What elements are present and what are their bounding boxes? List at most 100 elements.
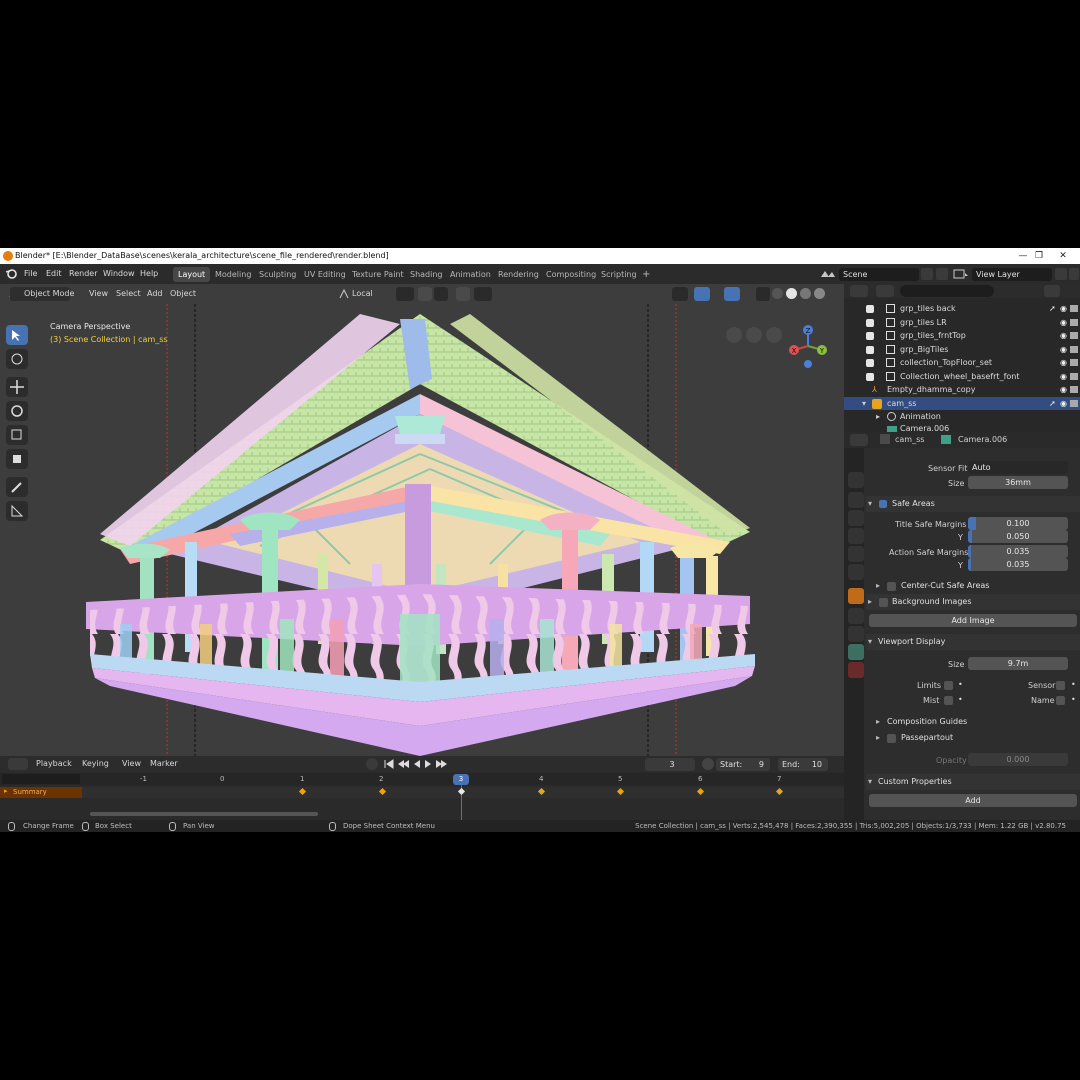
outliner-search-field[interactable] — [900, 285, 994, 297]
delete-view-layer-icon[interactable] — [1069, 268, 1079, 280]
collapse-arrow-icon[interactable]: ▾ — [868, 774, 872, 790]
texture-tab[interactable] — [848, 662, 864, 678]
timeline-scrollbar[interactable] — [90, 812, 318, 816]
render-icon[interactable] — [1070, 305, 1078, 312]
3d-viewport[interactable]: Object Mode View Select Add Object Local… — [0, 284, 844, 756]
zoom-icon[interactable] — [766, 327, 782, 343]
sensor-size-field[interactable]: 36mm — [968, 476, 1068, 489]
channel-search-field[interactable] — [2, 774, 80, 784]
object-tab[interactable] — [848, 588, 864, 604]
summary-channel[interactable]: ▸ Summary — [0, 787, 82, 798]
title-safe-x-field[interactable]: 0.100 — [968, 517, 1068, 530]
tool-settings-tab[interactable] — [848, 472, 864, 488]
new-scene-icon[interactable] — [921, 268, 933, 280]
delete-scene-icon[interactable] — [936, 268, 948, 280]
center-cut-checkbox[interactable] — [887, 582, 896, 591]
keyframe-dot-icon[interactable]: • — [958, 680, 963, 689]
render-icon[interactable] — [1070, 359, 1078, 366]
tab-layout[interactable]: Layout — [173, 267, 211, 282]
xray-icon[interactable] — [756, 287, 770, 301]
menu-render[interactable]: Render — [69, 264, 97, 284]
falloff-icon[interactable] — [474, 287, 492, 301]
blender-menu-icon[interactable] — [5, 268, 17, 280]
display-size-field[interactable]: 9.7m — [968, 657, 1068, 670]
view-layer-field[interactable]: View Layer — [972, 268, 1052, 281]
tab-texture-paint[interactable]: Texture Paint — [347, 267, 409, 282]
expand-arrow-icon[interactable]: ▸ — [876, 578, 880, 594]
render-icon[interactable] — [1070, 332, 1078, 339]
outliner-row[interactable]: Collection_wheel_basefrt_font ◉ — [844, 370, 1080, 384]
annotate-tool[interactable] — [6, 477, 28, 497]
tab-modeling[interactable]: Modeling — [210, 267, 256, 282]
timeline-menu-marker[interactable]: Marker — [150, 757, 178, 771]
passepartout-checkbox[interactable] — [887, 734, 896, 743]
safe-areas-panel-header[interactable]: ▾ Safe Areas — [866, 496, 1080, 512]
gizmo-toggle-icon[interactable] — [694, 287, 710, 301]
add-image-button[interactable]: Add Image — [869, 614, 1077, 627]
outliner-row-selected[interactable]: ▾ cam_ss ➚ ◉ — [844, 396, 1080, 411]
title-safe-y-field[interactable]: 0.050 — [968, 530, 1068, 543]
menu-window[interactable]: Window — [103, 264, 135, 284]
properties-editor-icon[interactable] — [850, 434, 868, 446]
record-icon[interactable] — [366, 758, 378, 770]
timeline-menu-keying[interactable]: Keying — [82, 757, 109, 771]
close-button[interactable]: ✕ — [1052, 248, 1074, 264]
render-icon[interactable] — [1070, 318, 1078, 326]
playback-controls[interactable] — [382, 758, 448, 770]
expand-arrow-icon[interactable]: ▸ — [868, 594, 872, 610]
tab-shading[interactable]: Shading — [405, 267, 448, 282]
move-tool[interactable] — [6, 377, 28, 397]
viewport-display-panel-header[interactable]: ▾ Viewport Display — [866, 634, 1080, 650]
viewport-menu-object[interactable]: Object — [170, 287, 196, 301]
expand-arrow-icon[interactable]: ▸ — [876, 730, 880, 746]
tab-uv-editing[interactable]: UV Editing — [299, 267, 351, 282]
sensor-checkbox[interactable] — [1056, 681, 1065, 690]
solid-shading-icon[interactable] — [786, 288, 797, 299]
cursor-tool[interactable] — [6, 349, 28, 369]
tab-compositing[interactable]: Compositing — [541, 267, 601, 282]
viewport-menu-view[interactable]: View — [89, 287, 108, 301]
start-frame-field[interactable]: Start: 9 — [716, 758, 770, 771]
keyframe-dot-icon[interactable]: • — [1071, 695, 1076, 704]
outliner-row[interactable]: ⅄ Empty_dhamma_copy ◉ — [844, 383, 1080, 397]
outliner-editor-icon[interactable] — [850, 285, 868, 297]
rendered-shading-icon[interactable] — [814, 288, 825, 299]
outliner-row[interactable]: collection_TopFloor_set ◉ — [844, 356, 1080, 370]
checkbox-icon[interactable] — [866, 332, 874, 340]
eye-icon[interactable]: ◉ — [1060, 383, 1067, 397]
select-box-tool[interactable] — [6, 325, 28, 345]
menu-edit[interactable]: Edit — [46, 264, 62, 284]
checkbox-icon[interactable] — [866, 305, 874, 313]
action-safe-x-field[interactable]: 0.035 — [968, 545, 1068, 558]
outliner-row[interactable]: grp_tiles back ➚ ◉ — [844, 302, 1080, 316]
render-tab[interactable] — [848, 492, 864, 508]
eye-icon[interactable]: ◉ — [1060, 397, 1067, 411]
snap-target-icon[interactable] — [434, 287, 448, 301]
checkbox-icon[interactable] — [866, 359, 874, 367]
navigation-gizmo[interactable]: Z Y X — [786, 324, 832, 370]
expand-arrow-icon[interactable]: ▸ — [4, 787, 8, 795]
limits-checkbox[interactable] — [944, 681, 953, 690]
eye-icon[interactable]: ◉ — [1060, 329, 1067, 343]
current-frame-field[interactable]: 3 — [645, 758, 695, 771]
expand-arrow-icon[interactable]: ▸ — [876, 714, 880, 730]
select-arrow-icon[interactable]: ➚ — [1049, 397, 1056, 411]
background-images-panel-header[interactable]: ▸ Background Images — [866, 594, 1080, 610]
scene-tab[interactable] — [848, 546, 864, 562]
add-property-button[interactable]: Add — [869, 794, 1077, 807]
camera-data-tab[interactable] — [848, 644, 864, 660]
filter-icon[interactable] — [1044, 285, 1060, 297]
physics-tab[interactable] — [848, 626, 864, 642]
render-icon[interactable] — [1070, 399, 1078, 407]
timeline-menu-view[interactable]: View — [122, 757, 141, 771]
pivot-point-icon[interactable] — [396, 287, 414, 301]
eye-icon[interactable]: ◉ — [1060, 356, 1067, 370]
scene-field[interactable]: Scene — [839, 268, 919, 281]
outliner-row[interactable]: ▸ Animation — [844, 410, 1080, 424]
object-mode-dropdown[interactable]: Object Mode — [10, 287, 74, 301]
material-shading-icon[interactable] — [800, 288, 811, 299]
tab-scripting[interactable]: Scripting — [596, 267, 642, 282]
view-layer-tab[interactable] — [848, 528, 864, 544]
eye-icon[interactable]: ◉ — [1060, 343, 1067, 357]
output-tab[interactable] — [848, 510, 864, 526]
